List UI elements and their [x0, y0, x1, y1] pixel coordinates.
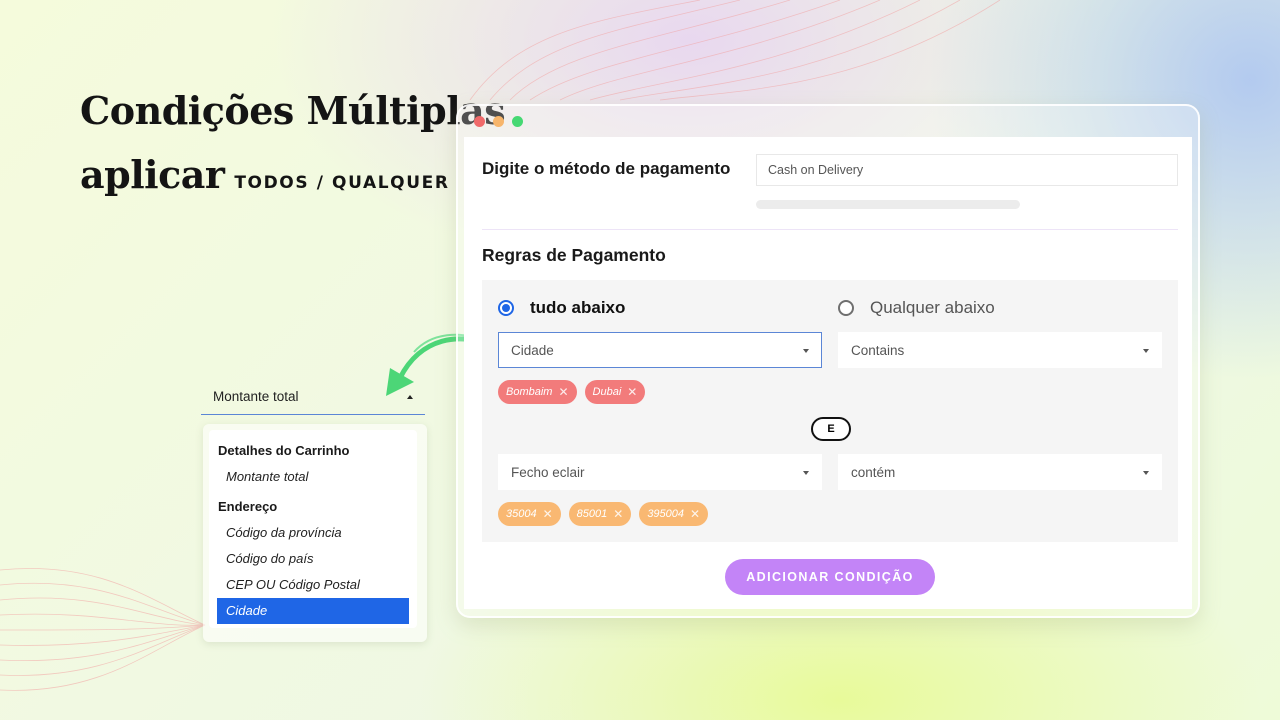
- radio-all-below[interactable]: tudo abaixo: [498, 298, 625, 318]
- condition-2-operator-select[interactable]: contém: [838, 454, 1162, 490]
- menu-item[interactable]: Código do país: [209, 546, 417, 572]
- window-maximize-button[interactable]: [512, 116, 523, 127]
- hero-subtitle-word: aplicar: [80, 152, 225, 197]
- window-controls: [474, 116, 523, 127]
- value-chip: Bombaim ✕: [498, 380, 577, 404]
- menu-item[interactable]: CEP OU Código Postal: [209, 572, 417, 598]
- hero-subtitle: aplicar TODOS / QUALQUER: [80, 152, 450, 197]
- window-minimize-button[interactable]: [493, 116, 504, 127]
- radio-unchecked-icon: [838, 300, 854, 316]
- chevron-down-icon: [1143, 471, 1149, 475]
- condition-2-field-select[interactable]: Fecho eclair: [498, 454, 822, 490]
- menu-item[interactable]: Montante total: [209, 464, 417, 490]
- chevron-up-icon: [407, 395, 413, 399]
- payment-rules-panel: Digite o método de pagamento Cash on Del…: [464, 137, 1192, 609]
- condition-2-operator-value: contém: [851, 465, 896, 480]
- field-type-menu: Detalhes do Carrinho Montante total Ende…: [203, 424, 427, 642]
- condition-1-values: Bombaim ✕ Dubai ✕: [498, 380, 646, 404]
- value-chip: 35004 ✕: [498, 502, 561, 526]
- add-condition-button[interactable]: ADICIONAR CONDIÇÃO: [725, 559, 935, 595]
- chevron-down-icon: [1143, 349, 1149, 353]
- chip-label: 85001: [576, 508, 608, 520]
- value-chip: Dubai ✕: [584, 380, 646, 404]
- remove-chip-icon[interactable]: ✕: [543, 507, 553, 521]
- condition-1-operator-value: Contains: [851, 343, 905, 358]
- rules-title: Regras de Pagamento: [482, 245, 666, 265]
- condition-1-field-select[interactable]: Cidade: [498, 332, 822, 368]
- menu-group-label: Detalhes do Carrinho: [218, 443, 350, 458]
- conditions-box: tudo abaixo Qualquer abaixo Cidade Conta…: [482, 280, 1178, 542]
- app-window: Digite o método de pagamento Cash on Del…: [456, 104, 1200, 618]
- condition-2-values: 35004 ✕ 85001 ✕ 395004 ✕: [498, 502, 709, 526]
- value-chip: 85001 ✕: [568, 502, 632, 526]
- condition-2-field-value: Fecho eclair: [511, 465, 585, 480]
- remove-chip-icon[interactable]: ✕: [690, 507, 700, 521]
- remove-chip-icon[interactable]: ✕: [613, 507, 623, 521]
- chip-label: 395004: [647, 508, 685, 520]
- field-type-select[interactable]: Montante total: [201, 382, 425, 415]
- connector-badge: E: [811, 417, 851, 441]
- chevron-down-icon: [803, 471, 809, 475]
- field-type-menu-list: Detalhes do Carrinho Montante total Ende…: [209, 430, 417, 628]
- payment-method-input[interactable]: Cash on Delivery: [756, 154, 1178, 186]
- chip-label: Dubai: [592, 386, 622, 398]
- radio-checked-icon: [498, 300, 514, 316]
- remove-chip-icon[interactable]: ✕: [558, 385, 568, 399]
- menu-item[interactable]: Código da província: [209, 520, 417, 546]
- remove-chip-icon[interactable]: ✕: [627, 385, 637, 399]
- hero-subtitle-caps: TODOS / QUALQUER: [234, 173, 450, 193]
- value-chip: 395004 ✕: [639, 502, 709, 526]
- menu-group-label: Endereço: [218, 499, 278, 514]
- menu-item-selected[interactable]: Cidade: [217, 598, 409, 624]
- radio-all-label: tudo abaixo: [530, 298, 626, 317]
- section-divider: [482, 229, 1178, 230]
- condition-1-operator-select[interactable]: Contains: [838, 332, 1162, 368]
- hero-title: Condições Múltiplas: [80, 88, 506, 133]
- field-type-value: Montante total: [213, 389, 299, 404]
- payment-method-label: Digite o método de pagamento: [482, 159, 731, 178]
- condition-1-field-value: Cidade: [511, 343, 554, 358]
- payment-method-placeholder-bar: [756, 200, 1020, 209]
- window-close-button[interactable]: [474, 116, 485, 127]
- chip-label: 35004: [506, 508, 537, 520]
- radio-any-below[interactable]: Qualquer abaixo: [838, 298, 995, 318]
- chip-label: Bombaim: [506, 386, 553, 398]
- radio-any-label: Qualquer abaixo: [870, 298, 995, 317]
- chevron-down-icon: [803, 349, 809, 353]
